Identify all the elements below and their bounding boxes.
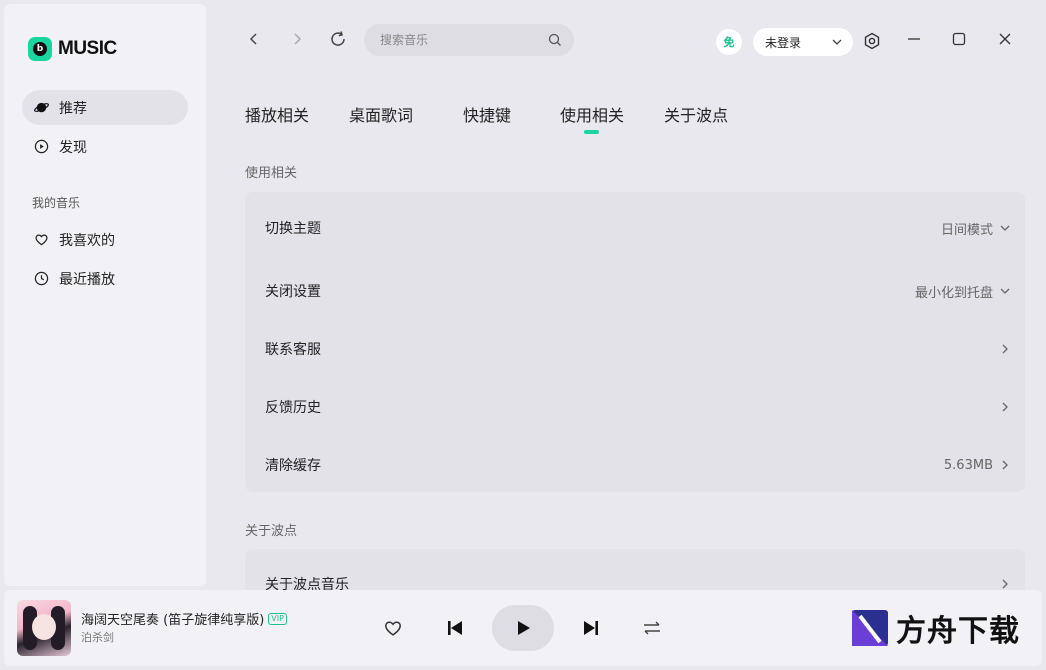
sidebar-item-favorites[interactable]: 我喜欢的 (22, 222, 188, 257)
play-button[interactable] (492, 605, 554, 651)
cache-size: 5.63MB (943, 457, 993, 473)
skip-previous-icon (448, 621, 462, 635)
sidebar: b MUSIC 推荐 发现 我的音乐 我喜欢的 最近播放 (4, 4, 206, 586)
search-icon[interactable] (548, 33, 562, 47)
sidebar-item-discover[interactable]: 发现 (22, 129, 188, 164)
tab-desktop-lyrics[interactable]: 桌面歌词 (349, 102, 413, 126)
logo-icon: b (28, 37, 52, 61)
like-button[interactable] (382, 617, 404, 639)
setting-label: 切换主题 (265, 221, 321, 237)
logo-text: MUSIC (58, 38, 117, 59)
tab-playback[interactable]: 播放相关 (245, 102, 309, 126)
setting-value: 最小化到托盘 (914, 285, 993, 301)
setting-label: 清除缓存 (265, 458, 321, 474)
setting-row-about[interactable]: 关于波点音乐 (245, 549, 1025, 590)
sidebar-item-recent[interactable]: 最近播放 (22, 261, 188, 296)
usage-settings-card: 切换主题 日间模式 关闭设置 最小化到托盘 联系客服 反馈历史 清除缓存 5.6… (245, 192, 1025, 492)
search-input[interactable] (380, 33, 548, 47)
setting-label: 关于波点音乐 (265, 577, 349, 590)
heart-icon (35, 234, 48, 246)
vip-badge: VIP (268, 612, 287, 625)
chevron-right-icon (294, 33, 302, 45)
watermark-logo-icon (850, 608, 890, 648)
minimize-icon (908, 38, 920, 40)
song-title[interactable]: 海阔天空尾奏 (笛子旋律纯享版) VIP (81, 609, 287, 628)
skip-next-icon (584, 621, 598, 635)
back-button[interactable] (243, 28, 265, 50)
close-icon (999, 33, 1011, 45)
sidebar-item-label: 最近播放 (59, 271, 115, 288)
chevron-right-icon (1002, 402, 1008, 412)
refresh-icon (331, 31, 345, 46)
forward-button[interactable] (286, 28, 308, 50)
clock-icon (34, 271, 49, 286)
setting-label: 联系客服 (265, 342, 321, 358)
theme-dropdown[interactable]: 日间模式 (941, 219, 1011, 238)
tab-shortcuts[interactable]: 快捷键 (463, 102, 511, 126)
song-artist[interactable]: 泊杀剑 (81, 629, 114, 645)
sidebar-item-label: 推荐 (59, 100, 87, 117)
chevron-down-icon (1000, 225, 1010, 231)
play-mode-button[interactable] (641, 617, 663, 639)
planet-icon (34, 102, 49, 113)
close-behavior-dropdown[interactable]: 最小化到托盘 (915, 282, 1011, 301)
free-badge[interactable]: 免 (716, 29, 742, 55)
settings-button[interactable] (861, 30, 883, 52)
refresh-button[interactable] (327, 28, 349, 50)
chevron-left-icon (249, 33, 257, 45)
album-cover[interactable] (17, 600, 71, 656)
play-icon (518, 621, 530, 635)
active-tab-indicator (584, 130, 599, 134)
song-title-text: 海阔天空尾奏 (笛子旋律纯享版) (81, 613, 265, 628)
close-button[interactable] (994, 28, 1016, 50)
login-label: 未登录 (765, 35, 802, 50)
about-section-title: 关于波点 (245, 524, 298, 539)
previous-button[interactable] (444, 617, 466, 639)
chevron-down-icon (1000, 288, 1010, 294)
setting-value: 日间模式 (940, 222, 993, 238)
setting-label: 反馈历史 (265, 400, 321, 416)
setting-row-close[interactable]: 关闭设置 最小化到托盘 (245, 262, 1025, 320)
tab-about[interactable]: 关于波点 (664, 102, 728, 126)
tab-usage[interactable]: 使用相关 (560, 102, 624, 126)
usage-section-title: 使用相关 (245, 166, 298, 181)
my-music-section-label: 我的音乐 (32, 196, 81, 210)
search-box[interactable] (364, 24, 574, 56)
minimize-button[interactable] (903, 28, 925, 50)
repeat-order-icon (644, 621, 660, 635)
chevron-down-icon (832, 39, 842, 45)
about-settings-card: 关于波点音乐 (245, 549, 1025, 590)
gear-icon (864, 32, 880, 50)
maximize-button[interactable] (948, 28, 970, 50)
setting-row-cache[interactable]: 清除缓存 5.63MB (245, 436, 1025, 494)
chevron-right-icon (1002, 460, 1008, 470)
setting-row-contact[interactable]: 联系客服 (245, 320, 1025, 378)
watermark: 方舟下载 (850, 606, 1020, 650)
chevron-right-icon (1002, 579, 1008, 589)
heart-icon (385, 621, 401, 636)
maximize-icon (952, 32, 966, 46)
setting-label: 关闭设置 (265, 284, 321, 300)
setting-row-feedback[interactable]: 反馈历史 (245, 378, 1025, 436)
app-logo[interactable]: b MUSIC (28, 37, 117, 61)
player-bar: 海阔天空尾奏 (笛子旋律纯享版) VIP 泊杀剑 方舟下载 (4, 590, 1042, 666)
next-button[interactable] (580, 617, 602, 639)
play-circle-icon (34, 139, 49, 154)
sidebar-item-label: 我喜欢的 (59, 232, 115, 249)
watermark-text: 方舟下载 (896, 615, 1020, 648)
chevron-right-icon (1002, 344, 1008, 354)
setting-row-theme[interactable]: 切换主题 日间模式 (245, 192, 1025, 262)
sidebar-item-label: 发现 (59, 139, 87, 156)
login-dropdown[interactable]: 未登录 (753, 28, 853, 56)
sidebar-item-recommend[interactable]: 推荐 (22, 90, 188, 125)
